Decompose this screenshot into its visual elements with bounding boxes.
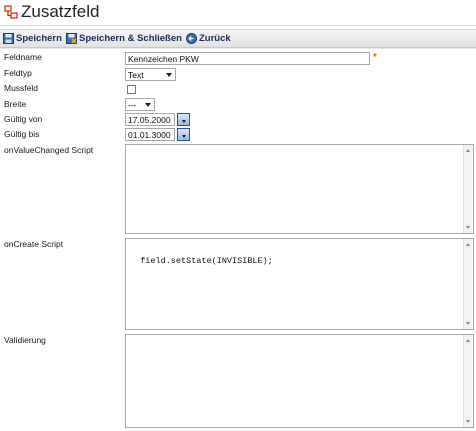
required-marker: * <box>373 52 377 63</box>
feldtyp-select[interactable]: Text <box>125 68 176 81</box>
validierung-textarea[interactable] <box>125 334 474 428</box>
on-create-textarea[interactable]: field.setState(INVISIBLE); <box>125 238 474 330</box>
scroll-up-icon[interactable] <box>466 339 470 342</box>
mussfeld-checkbox[interactable] <box>127 85 136 94</box>
page-title: Zusatzfeld <box>21 2 100 21</box>
gueltig-von-label: Gültig von <box>4 114 43 124</box>
scrollbar[interactable] <box>463 335 473 427</box>
scrollbar[interactable] <box>463 145 473 233</box>
on-create-label: onCreate Script <box>4 239 64 249</box>
floppy-disk-close-icon <box>66 33 77 44</box>
feldname-field[interactable]: Kennzeichen PKW <box>125 52 370 65</box>
feldname-label: Feldname <box>4 52 42 62</box>
chevron-down-icon <box>145 103 151 107</box>
back-button[interactable]: Zurück <box>186 32 231 45</box>
validierung-label: Validierung <box>4 335 46 345</box>
floppy-disk-icon <box>3 33 14 44</box>
save-button[interactable]: Speichern <box>3 32 62 45</box>
toolbar-divider <box>0 48 476 49</box>
gueltig-bis-label: Gültig bis <box>4 129 40 139</box>
scroll-up-icon[interactable] <box>466 243 470 246</box>
calendar-picker-icon[interactable] <box>177 113 190 126</box>
title-bar: Zusatzfeld <box>0 0 476 27</box>
scroll-down-icon[interactable] <box>466 322 470 325</box>
tree-structure-icon <box>4 5 18 19</box>
scroll-down-icon[interactable] <box>466 226 470 229</box>
on-value-changed-textarea[interactable] <box>125 144 474 234</box>
save-button-label: Speichern <box>16 33 62 44</box>
breite-label: Breite <box>4 99 27 109</box>
breite-selected-value: --- <box>128 99 137 110</box>
gueltig-von-field[interactable]: 17.05.2000 <box>125 113 175 126</box>
feldtyp-selected-value: Text <box>128 69 144 80</box>
gueltig-bis-field[interactable]: 01.01.3000 <box>125 128 175 141</box>
chevron-down-icon <box>166 73 172 77</box>
scrollbar[interactable] <box>463 239 473 329</box>
scroll-down-icon[interactable] <box>466 420 470 423</box>
scroll-up-icon[interactable] <box>466 149 470 152</box>
mussfeld-label: Mussfeld <box>4 83 39 93</box>
back-button-label: Zurück <box>199 33 231 44</box>
back-arrow-icon <box>186 33 197 44</box>
on-value-changed-label: onValueChanged Script <box>4 145 94 155</box>
on-create-text: field.setState(INVISIBLE); <box>140 256 273 266</box>
save-and-close-button[interactable]: Speichern & Schließen <box>66 32 182 45</box>
title-divider <box>0 25 476 26</box>
calendar-picker-icon[interactable] <box>177 128 190 141</box>
toolbar: Speichern Speichern & Schließen Zurück <box>0 29 476 48</box>
save-and-close-button-label: Speichern & Schließen <box>79 33 182 44</box>
breite-select[interactable]: --- <box>125 98 155 111</box>
feldtyp-label: Feldtyp <box>4 68 32 78</box>
